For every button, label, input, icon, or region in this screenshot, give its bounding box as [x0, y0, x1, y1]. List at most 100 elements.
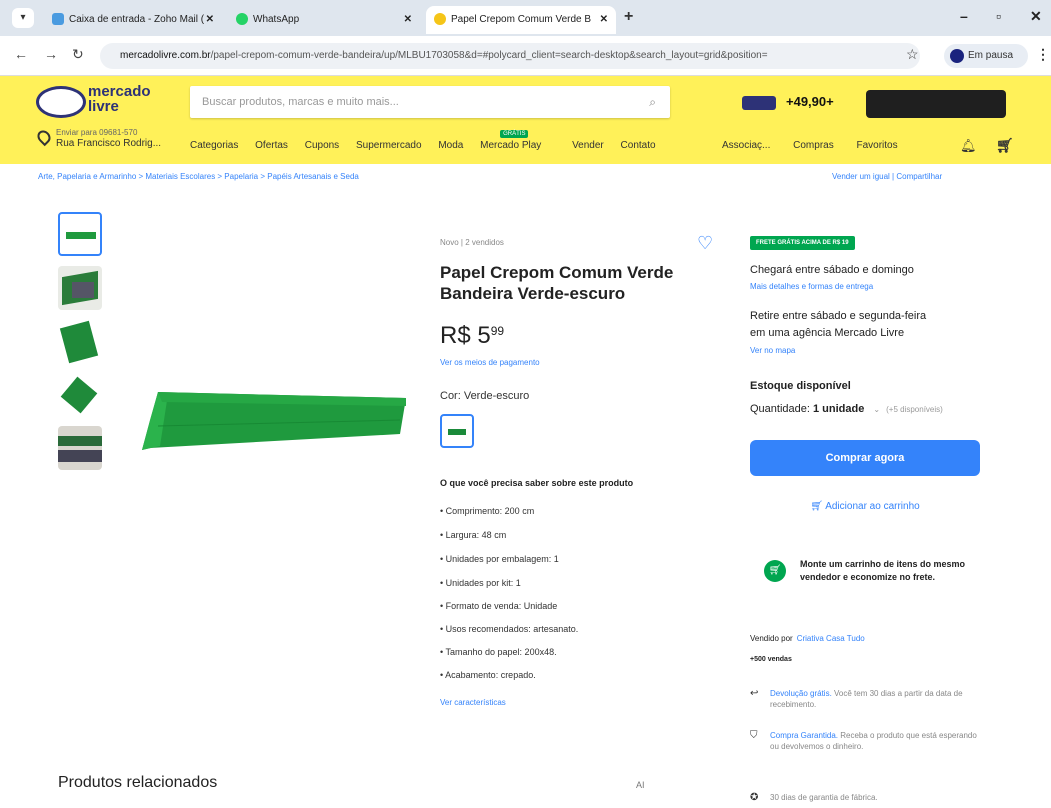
- maximize-icon[interactable]: ▫: [996, 8, 1001, 24]
- more-features-link[interactable]: Ver características: [440, 698, 506, 707]
- search-icon[interactable]: ⌕: [649, 86, 656, 118]
- new-tab-icon[interactable]: +: [624, 8, 633, 26]
- product-main-image[interactable]: [138, 380, 408, 460]
- menu-icon[interactable]: ⋮: [1036, 46, 1050, 63]
- reload-icon[interactable]: ↻: [72, 46, 84, 63]
- tab-zoho-mail[interactable]: Caixa de entrada - Zoho Mail (✕: [44, 6, 222, 34]
- profile-button[interactable]: Em pausa: [944, 44, 1028, 68]
- add-to-cart-label: Adicionar ao carrinho: [825, 501, 920, 512]
- nav-label: Mercado Play: [480, 140, 542, 151]
- cart-tip-icon: 🛒︎: [764, 560, 786, 582]
- feature-text: Tamanho do papel: 200x48.: [445, 647, 557, 657]
- card-icon: [742, 96, 776, 110]
- cart-tip: 🛒︎ Monte um carrinho de itens do mesmo v…: [756, 546, 980, 614]
- back-icon[interactable]: ←: [14, 46, 28, 62]
- free-shipping-badge: FRETE GRÁTIS ACIMA DE R$ 19: [750, 236, 855, 250]
- nav-categorias[interactable]: Categorias: [190, 140, 238, 151]
- guarantee-link[interactable]: Compra Garantida.: [770, 731, 838, 740]
- nav-supermercado[interactable]: Supermercado: [356, 140, 422, 151]
- account-nav: Associaç... Compras Favoritos: [722, 140, 918, 151]
- notification-bell-icon[interactable]: 🔔︎: [960, 138, 977, 154]
- close-icon[interactable]: ✕: [206, 6, 214, 34]
- url-input[interactable]: mercadolivre.com.br/papel-crepom-comum-v…: [100, 43, 920, 69]
- tab-mercado-livre[interactable]: Papel Crepom Comum Verde B ✕: [426, 6, 616, 34]
- feature-text: Unidades por kit: 1: [445, 578, 521, 588]
- quantity-selector[interactable]: Quantidade: 1 unidade ⌄ (+5 disponíveis): [750, 403, 943, 415]
- forward-icon[interactable]: →: [44, 46, 58, 62]
- location-pin-icon: [34, 127, 54, 147]
- nav-vender[interactable]: Vender: [572, 140, 604, 151]
- close-icon[interactable]: ✕: [404, 6, 412, 34]
- feature-item: • Acabamento: crepado.: [440, 670, 536, 680]
- shield-icon: ⛉: [750, 730, 758, 741]
- payment-methods-link[interactable]: Ver os meios de pagamento: [440, 358, 540, 367]
- cart-icon[interactable]: 🛒︎: [996, 137, 1014, 154]
- nav-ofertas[interactable]: Ofertas: [255, 140, 288, 151]
- delivery-estimate: Chegará entre sábado e domingo: [750, 264, 914, 276]
- gallery-thumb-2[interactable]: [58, 266, 102, 310]
- avatar: [950, 49, 964, 63]
- nav-favoritos[interactable]: Favoritos: [857, 140, 898, 151]
- nav-moda[interactable]: Moda: [438, 140, 463, 151]
- feature-text: Acabamento: crepado.: [445, 670, 536, 680]
- nav-mercado-play[interactable]: GRÁTIS Mercado Play: [480, 130, 555, 151]
- promo-banner[interactable]: +49,90+: [730, 90, 1016, 118]
- seller-name-link[interactable]: Criativa Casa Tudo: [797, 634, 865, 643]
- nav-cupons[interactable]: Cupons: [305, 140, 339, 151]
- nav-contato[interactable]: Contato: [621, 140, 656, 151]
- close-window-icon[interactable]: ✕: [1030, 8, 1042, 25]
- delivery-details-link[interactable]: Mais detalhes e formas de entrega: [750, 282, 873, 291]
- bookmark-star-icon[interactable]: ☆: [906, 46, 919, 63]
- feature-item: • Usos recomendados: artesanato.: [440, 624, 579, 634]
- feature-item: • Tamanho do papel: 200x48.: [440, 647, 557, 657]
- gallery-thumb-5[interactable]: [58, 426, 102, 470]
- tab-whatsapp[interactable]: WhatsApp ✕: [228, 6, 420, 34]
- site-header: mercado livre Buscar produtos, marcas e …: [0, 76, 1051, 164]
- guarantee-text: 30 dias de garantia de fábrica.: [770, 793, 878, 802]
- whatsapp-icon: [236, 13, 248, 26]
- minimize-icon[interactable]: –: [960, 8, 968, 24]
- tab-label: WhatsApp: [253, 14, 300, 25]
- mail-icon: [52, 13, 64, 26]
- color-swatch-verde-escuro[interactable]: [440, 414, 474, 448]
- gallery-thumb-1[interactable]: [58, 212, 102, 256]
- mercado-livre-logo[interactable]: mercado livre: [36, 84, 166, 120]
- handshake-icon: [434, 13, 446, 26]
- gallery-thumb-4[interactable]: [58, 374, 102, 418]
- share-links[interactable]: Vender um igual | Compartilhar: [832, 172, 942, 181]
- feature-text: Largura: 48 cm: [445, 530, 507, 540]
- seller-label: Vendido por: [750, 634, 793, 643]
- account-menu[interactable]: Associaç...: [722, 140, 770, 151]
- feature-item: • Unidades por embalagem: 1: [440, 554, 559, 564]
- breadcrumb[interactable]: Arte, Papelaria e Armarinho > Materiais …: [38, 172, 359, 181]
- gallery-thumb-3[interactable]: [58, 320, 102, 364]
- medal-icon: ✪: [750, 792, 759, 803]
- buy-now-button[interactable]: Comprar agora: [750, 440, 980, 476]
- stock-status: Estoque disponível: [750, 380, 851, 392]
- feature-text: Comprimento: 200 cm: [445, 506, 535, 516]
- cart-icon: 🛒︎: [810, 501, 826, 512]
- quantity-label: Quantidade:: [750, 403, 810, 415]
- nav-compras[interactable]: Compras: [793, 140, 834, 151]
- feature-text: Usos recomendados: artesanato.: [445, 624, 579, 634]
- url-host: mercadolivre.com.br: [120, 50, 211, 61]
- browser-tab-bar: ▾ Caixa de entrada - Zoho Mail (✕ WhatsA…: [0, 0, 1051, 36]
- quantity-available: (+5 disponíveis): [886, 405, 943, 414]
- search-input[interactable]: Buscar produtos, marcas e muito mais... …: [190, 86, 670, 118]
- favorite-heart-icon[interactable]: ♡: [697, 233, 713, 254]
- guarantee-return: ↩ Devolução grátis. Você tem 30 dias a p…: [750, 688, 980, 710]
- map-link[interactable]: Ver no mapa: [750, 346, 795, 355]
- page-ai-label: AI: [636, 780, 645, 790]
- close-icon[interactable]: ✕: [600, 6, 608, 34]
- feature-text: Formato de venda: Unidade: [445, 601, 558, 611]
- cart-tip-text: Monte um carrinho de itens do mesmo vend…: [800, 559, 966, 582]
- add-to-cart-button[interactable]: 🛒︎ Adicionar ao carrinho: [750, 496, 980, 518]
- tab-search-button[interactable]: ▾: [12, 8, 34, 28]
- swatch-image: [448, 429, 466, 435]
- guarantee-purchase: ⛉ Compra Garantida. Receba o produto que…: [750, 730, 980, 764]
- feature-text: Unidades por embalagem: 1: [445, 554, 559, 564]
- tab-label: Caixa de entrada - Zoho Mail (: [69, 14, 205, 25]
- price-integer: R$ 5: [440, 322, 491, 349]
- guarantee-link[interactable]: Devolução grátis.: [770, 689, 832, 698]
- pickup-estimate: Retire entre sábado e segunda-feira: [750, 310, 927, 322]
